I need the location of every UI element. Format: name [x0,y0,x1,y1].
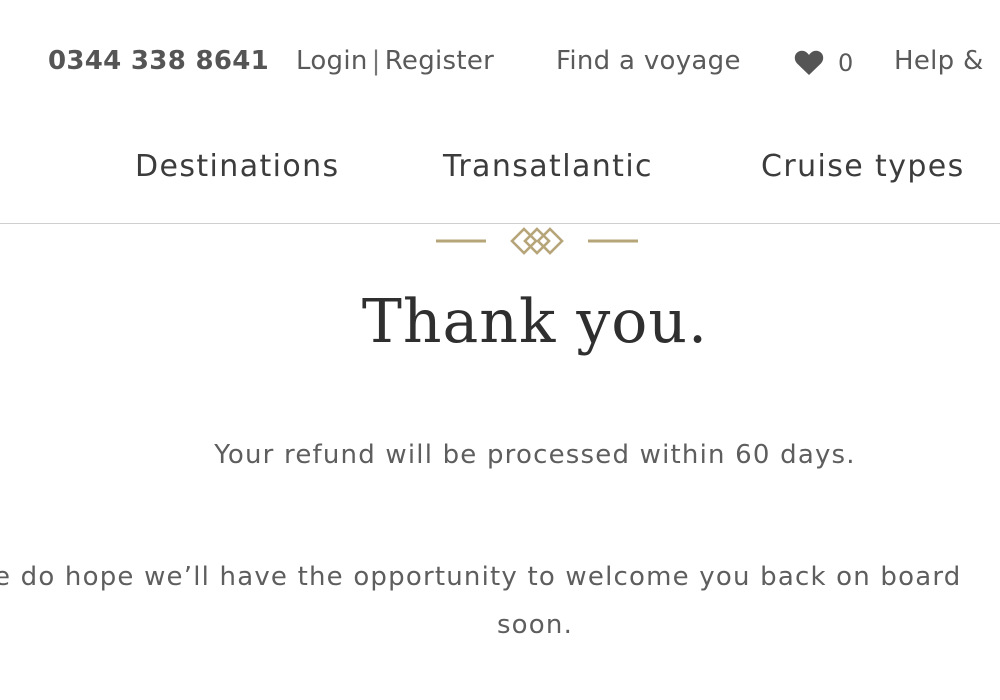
register-link[interactable]: Register [385,46,494,76]
diamond-ornament-icon [436,226,638,258]
nav-cruise-types[interactable]: Cruise types [761,145,965,189]
refund-message: Your refund will be processed within 60 … [214,440,856,470]
auth-links: Login | Register [296,44,494,78]
heart-icon [794,50,824,76]
nav-transatlantic[interactable]: Transatlantic [443,145,653,189]
welcome-back-message-line-2: soon. [496,610,574,640]
header-divider [0,223,1000,224]
main-navigation: Destinations Transatlantic Cruise types [0,145,1000,195]
wishlist-count: 0 [838,49,854,77]
auth-separator: | [371,46,381,76]
top-utility-bar: 0344 338 8641 Login | Register Find a voya… [0,0,1000,120]
wishlist-button[interactable]: 0 [794,48,854,78]
help-link[interactable]: Help & [894,44,984,78]
thank-you-heading: Thank you. [361,287,709,357]
login-link[interactable]: Login [296,46,368,76]
find-voyage-link[interactable]: Find a voyage [556,44,741,78]
nav-destinations[interactable]: Destinations [135,145,340,189]
phone-number-link[interactable]: 0344 338 8641 [48,44,269,78]
welcome-back-message-line-1: e do hope we’ll have the opportunity to … [0,562,962,592]
